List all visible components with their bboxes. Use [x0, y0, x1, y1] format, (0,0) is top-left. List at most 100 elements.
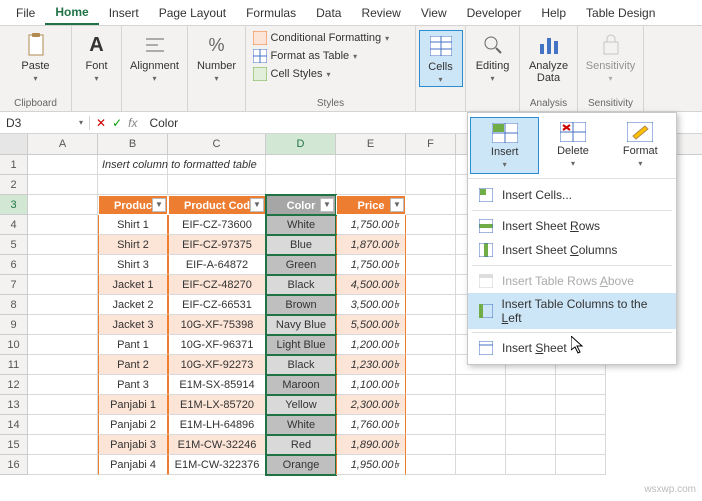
cell[interactable]: [28, 235, 98, 255]
tab-view[interactable]: View: [411, 2, 457, 24]
cell-color[interactable]: Red: [266, 435, 336, 455]
name-box[interactable]: D3▾: [0, 116, 90, 130]
cell[interactable]: [28, 195, 98, 215]
cell[interactable]: [506, 435, 556, 455]
table-header[interactable]: Color▼: [266, 195, 336, 215]
cell[interactable]: [28, 435, 98, 455]
row-header[interactable]: 5: [0, 235, 28, 255]
cell-code[interactable]: 10G-XF-75398: [168, 315, 266, 335]
cell-code[interactable]: E1M-CW-32246: [168, 435, 266, 455]
cell-product[interactable]: Pant 2: [98, 355, 168, 375]
cell[interactable]: [406, 315, 456, 335]
cell[interactable]: [406, 195, 456, 215]
tab-data[interactable]: Data: [306, 2, 351, 24]
editing-button[interactable]: Editing ▾: [471, 30, 515, 85]
cell[interactable]: [406, 215, 456, 235]
cell[interactable]: [406, 255, 456, 275]
row-header[interactable]: 8: [0, 295, 28, 315]
cell-product[interactable]: Shirt 2: [98, 235, 168, 255]
cell[interactable]: [406, 235, 456, 255]
paste-button[interactable]: Paste ▾: [14, 30, 58, 85]
cell[interactable]: [406, 415, 456, 435]
cell-color[interactable]: Black: [266, 275, 336, 295]
cell[interactable]: [406, 435, 456, 455]
cell-price[interactable]: 5,500.00৳: [336, 315, 406, 335]
cell[interactable]: [336, 175, 406, 195]
cell-code[interactable]: E1M-SX-85914: [168, 375, 266, 395]
cell[interactable]: [456, 415, 506, 435]
cell[interactable]: [28, 215, 98, 235]
row-header[interactable]: 7: [0, 275, 28, 295]
cell[interactable]: [406, 395, 456, 415]
alignment-button[interactable]: Alignment ▾: [133, 30, 177, 85]
cell-color[interactable]: White: [266, 215, 336, 235]
table-header[interactable]: Price▼: [336, 195, 406, 215]
cell-product[interactable]: Jacket 3: [98, 315, 168, 335]
menu-insert-sheet-rows[interactable]: Insert Sheet Rows: [468, 214, 676, 238]
cell-price[interactable]: 1,100.00৳: [336, 375, 406, 395]
cell[interactable]: [28, 355, 98, 375]
col-header-B[interactable]: B: [98, 134, 168, 154]
select-all-triangle[interactable]: [0, 134, 28, 154]
cell-code[interactable]: E1M-LX-85720: [168, 395, 266, 415]
row-header[interactable]: 9: [0, 315, 28, 335]
cell[interactable]: [556, 395, 606, 415]
cell-color[interactable]: Navy Blue: [266, 315, 336, 335]
cell-product[interactable]: Pant 1: [98, 335, 168, 355]
analyze-data-button[interactable]: Analyze Data: [527, 30, 571, 86]
cell-price[interactable]: 1,750.00৳: [336, 255, 406, 275]
cell[interactable]: [506, 395, 556, 415]
cell[interactable]: [28, 375, 98, 395]
cell[interactable]: [336, 155, 406, 175]
cell[interactable]: [406, 175, 456, 195]
tab-review[interactable]: Review: [351, 2, 410, 24]
cell-code[interactable]: 10G-XF-92273: [168, 355, 266, 375]
cell-price[interactable]: 1,750.00৳: [336, 215, 406, 235]
number-button[interactable]: % Number ▾: [195, 30, 239, 85]
cell-product[interactable]: Panjabi 2: [98, 415, 168, 435]
cell-code[interactable]: EIF-A-64872: [168, 255, 266, 275]
cell[interactable]: [406, 275, 456, 295]
cell[interactable]: [556, 455, 606, 475]
col-header-F[interactable]: F: [406, 134, 456, 154]
row-header[interactable]: 15: [0, 435, 28, 455]
cell[interactable]: [28, 415, 98, 435]
cell[interactable]: [406, 355, 456, 375]
cell-price[interactable]: 1,890.00৳: [336, 435, 406, 455]
row-header[interactable]: 16: [0, 455, 28, 475]
cell-code[interactable]: EIF-CZ-73600: [168, 215, 266, 235]
cell[interactable]: [456, 375, 506, 395]
cell-code[interactable]: EIF-CZ-48270: [168, 275, 266, 295]
cell[interactable]: [28, 275, 98, 295]
row-header[interactable]: 13: [0, 395, 28, 415]
cell[interactable]: [456, 395, 506, 415]
tab-developer[interactable]: Developer: [457, 2, 532, 24]
cell-color[interactable]: Green: [266, 255, 336, 275]
cell-product[interactable]: Jacket 1: [98, 275, 168, 295]
cell-code[interactable]: E1M-LH-64896: [168, 415, 266, 435]
row-header[interactable]: 1: [0, 155, 28, 175]
accept-formula-icon[interactable]: ✓: [112, 116, 122, 130]
sensitivity-button[interactable]: Sensitivity ▾: [589, 30, 633, 85]
cell[interactable]: [266, 155, 336, 175]
cell[interactable]: [556, 435, 606, 455]
cell[interactable]: [28, 255, 98, 275]
cell-color[interactable]: Black: [266, 355, 336, 375]
table-header[interactable]: Produc▼: [98, 195, 168, 215]
cell-color[interactable]: Yellow: [266, 395, 336, 415]
cell-color[interactable]: White: [266, 415, 336, 435]
cell-price[interactable]: 3,500.00৳: [336, 295, 406, 315]
filter-button[interactable]: ▼: [390, 198, 404, 212]
row-header[interactable]: 3: [0, 195, 28, 215]
cell-price[interactable]: 4,500.00৳: [336, 275, 406, 295]
cells-button[interactable]: Cells ▾: [419, 30, 463, 87]
cell[interactable]: [28, 315, 98, 335]
col-header-E[interactable]: E: [336, 134, 406, 154]
row-header[interactable]: 14: [0, 415, 28, 435]
cell-color[interactable]: Orange: [266, 455, 336, 475]
menu-insert-sheet-columns[interactable]: Insert Sheet Columns: [468, 238, 676, 262]
delete-split-button[interactable]: Delete ▾: [539, 117, 606, 174]
cell[interactable]: [556, 375, 606, 395]
cell-color[interactable]: Brown: [266, 295, 336, 315]
format-as-table-button[interactable]: Format as Table▾: [251, 48, 411, 64]
